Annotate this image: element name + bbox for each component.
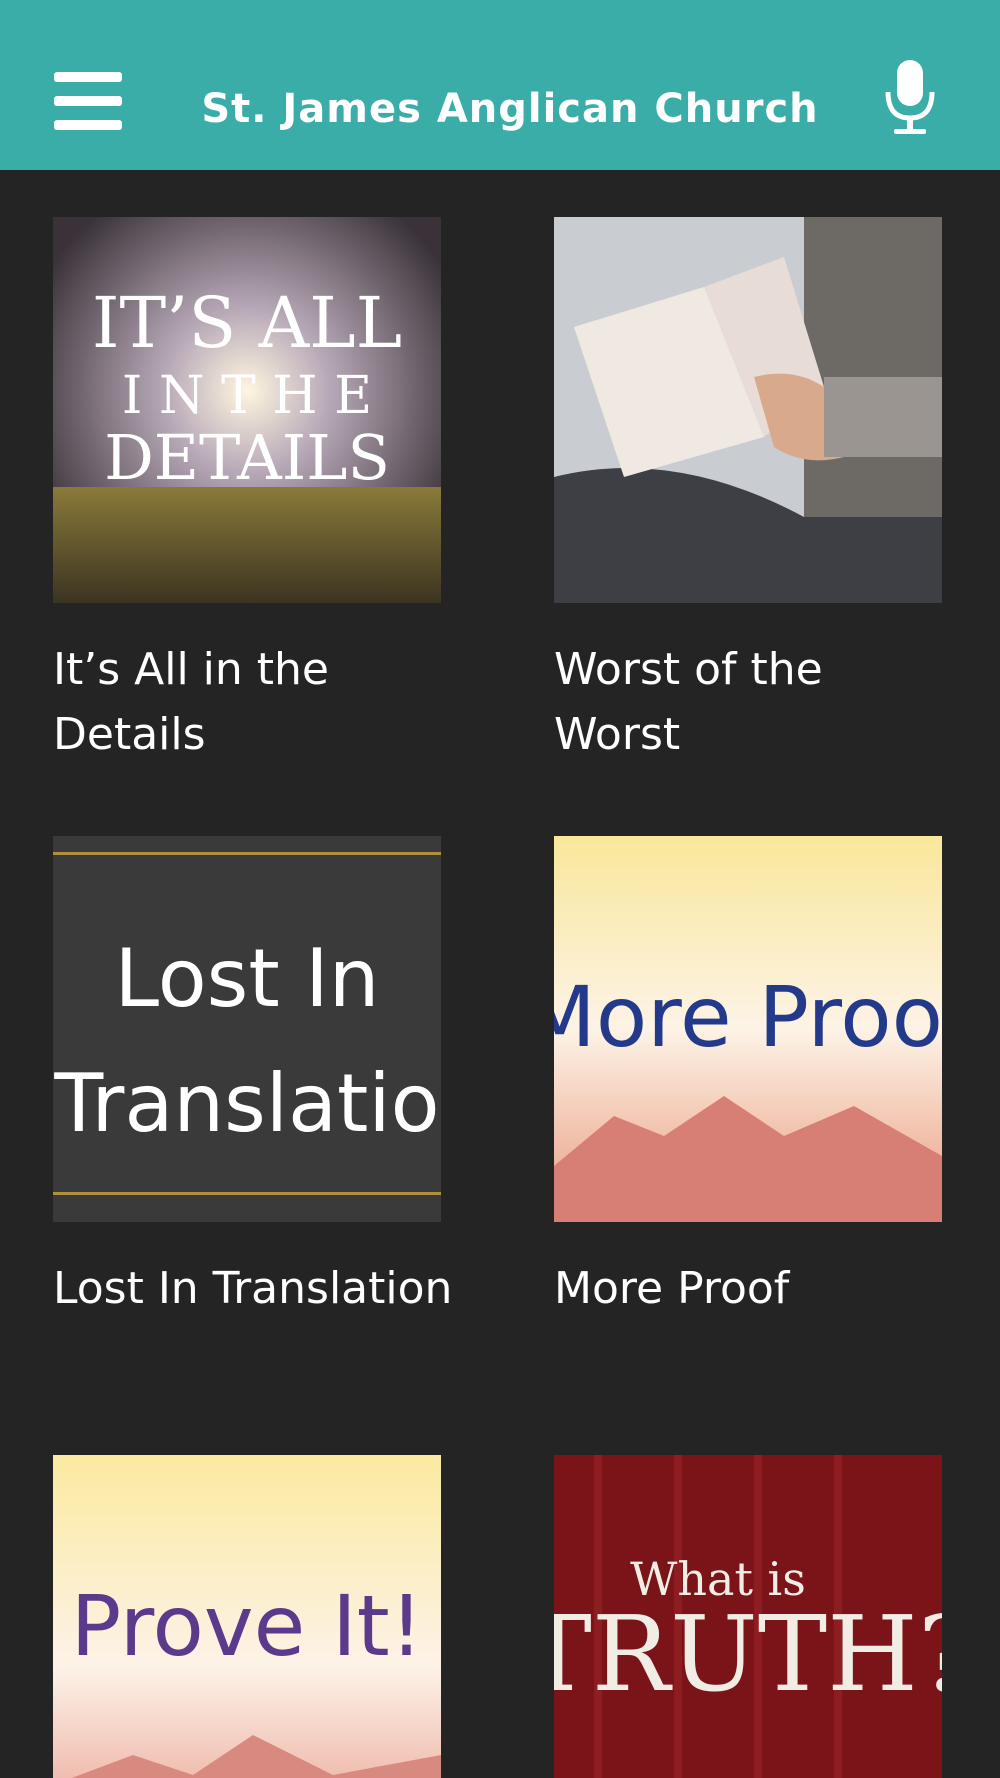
art-line-1: More Proof [554, 968, 942, 1066]
series-thumbnail[interactable]: IT’S ALL I N T H E DETAILS [53, 217, 441, 603]
series-thumbnail[interactable]: What is TRUTH? [554, 1455, 942, 1778]
art-line-2: I N T H E [122, 366, 372, 426]
series-title[interactable]: Worst of the Worst [554, 637, 954, 767]
art-line-3: DETAILS [104, 421, 390, 494]
art-line-1: Prove It! [71, 1577, 424, 1675]
app-header: St. James Anglican Church [0, 0, 1000, 170]
series-title[interactable]: It’s All in the Details [53, 637, 453, 767]
series-thumbnail[interactable]: Prove It! [53, 1455, 441, 1778]
page-title: St. James Anglican Church [201, 86, 819, 132]
microphone-icon[interactable] [880, 58, 940, 136]
hamburger-menu-icon[interactable] [54, 72, 122, 130]
art-line-2: Translatio [53, 1057, 439, 1150]
art-line-1: Lost In [115, 932, 380, 1025]
series-thumbnail[interactable]: Lost In Translatio [53, 836, 441, 1222]
series-thumbnail[interactable]: More Proof [554, 836, 942, 1222]
series-title[interactable]: Lost In Translation [53, 1256, 453, 1321]
art-line-1: IT’S ALL [92, 282, 402, 364]
series-title[interactable]: More Proof [554, 1256, 954, 1321]
series-thumbnail[interactable] [554, 217, 942, 603]
art-line-2: TRUTH? [554, 1593, 942, 1715]
